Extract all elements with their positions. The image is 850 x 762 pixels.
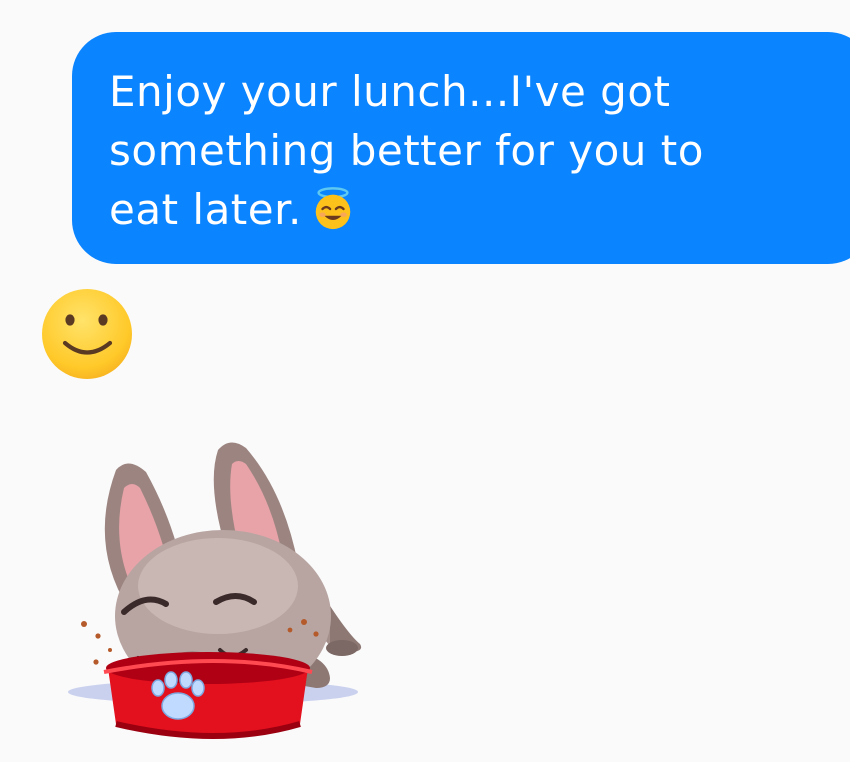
message-text: Enjoy your lunch...I've got something be…: [109, 67, 704, 234]
puppy-eating-from-bowl-sticker: [68, 442, 362, 739]
slightly-smiling-face-icon[interactable]: [38, 288, 136, 382]
outgoing-message-bubble[interactable]: Enjoy your lunch...I've got something be…: [72, 32, 850, 264]
smiling-face-with-halo-icon: [315, 187, 351, 230]
chat-conversation: Enjoy your lunch...I've got something be…: [0, 0, 850, 762]
